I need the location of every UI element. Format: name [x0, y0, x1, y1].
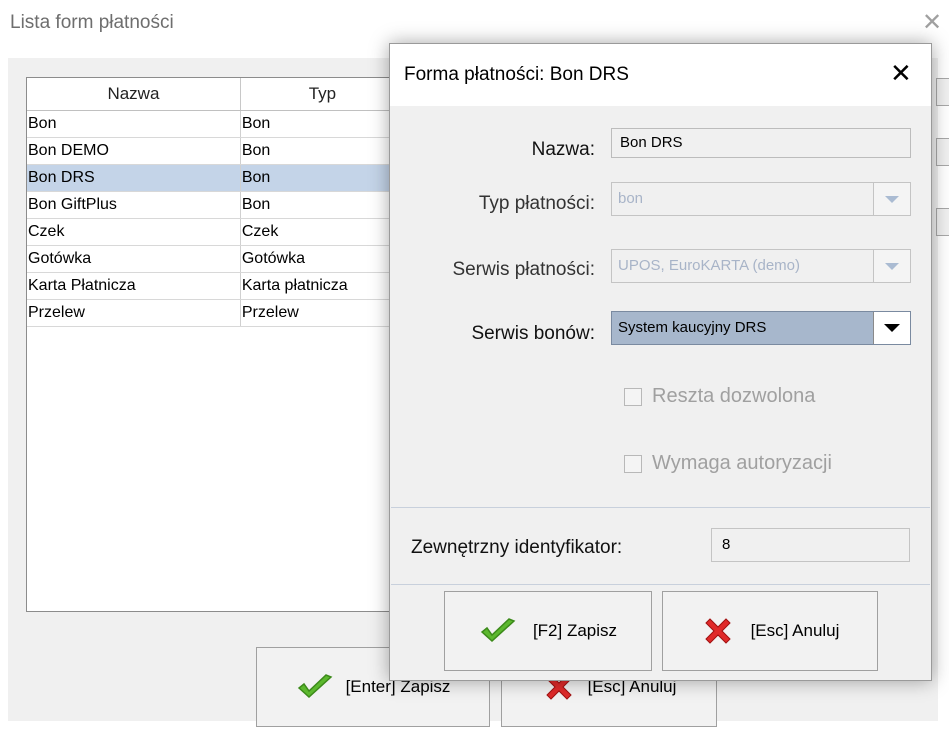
dialog-close-icon[interactable]: ✕ — [890, 58, 912, 89]
payment-forms-table: Nazwa Typ Bon Bon Bon DEMO Bon Bon DRS B… — [26, 77, 406, 612]
check-icon — [479, 617, 517, 645]
payment-type-select[interactable]: bon — [611, 182, 911, 216]
window-close-icon[interactable]: ✕ — [922, 8, 942, 37]
cell-type: Przelew — [241, 300, 405, 326]
external-id-field[interactable]: 8 — [711, 528, 910, 562]
cell-type: Czek — [241, 219, 405, 245]
table-row-selected[interactable]: Bon DRS Bon — [27, 165, 405, 192]
voucher-service-label: Serwis bonów: — [471, 323, 595, 344]
cell-type: Bon — [241, 165, 405, 191]
cell-type: Gotówka — [241, 246, 405, 272]
cell-name: Gotówka — [27, 246, 241, 272]
cell-name: Czek — [27, 219, 241, 245]
requires-auth-checkbox[interactable]: Wymaga autoryzacji — [624, 452, 832, 475]
table-header: Nazwa Typ — [27, 78, 405, 111]
payment-service-label: Serwis płatności: — [452, 259, 595, 280]
table-row[interactable]: Przelew Przelew — [27, 300, 405, 327]
dialog-title: Forma płatności: Bon DRS — [404, 64, 629, 85]
table-row[interactable]: Bon GiftPlus Bon — [27, 192, 405, 219]
voucher-service-select[interactable]: System kaucyjny DRS — [611, 311, 911, 345]
cancel-button-label: [Esc] Anuluj — [750, 621, 840, 640]
check-icon — [296, 673, 334, 701]
cell-name: Bon DRS — [27, 165, 241, 191]
save-button-label: [F2] Zapisz — [532, 621, 618, 640]
cell-name: Bon — [27, 111, 241, 137]
checkbox-box[interactable] — [624, 387, 642, 406]
window-title: Lista form płatności — [10, 12, 174, 33]
payment-form-dialog: Forma płatności: Bon DRS ✕ Nazwa: Bon DR… — [389, 43, 932, 681]
save-button[interactable]: [F2] Zapisz — [444, 591, 652, 671]
cell-type: Karta płatnicza — [241, 273, 405, 299]
cell-name: Przelew — [27, 300, 241, 326]
name-label: Nazwa: — [531, 139, 595, 160]
payment-type-label: Typ płatności: — [478, 193, 595, 214]
cell-type: Bon — [241, 138, 405, 164]
chevron-down-icon[interactable] — [873, 183, 910, 215]
payment-service-select[interactable]: UPOS, EuroKARTA (demo) — [611, 249, 911, 283]
table-row[interactable]: Bon Bon — [27, 111, 405, 138]
change-allowed-label: Reszta dozwolona — [652, 385, 816, 407]
chevron-down-icon[interactable] — [873, 312, 910, 344]
name-field[interactable]: Bon DRS — [611, 128, 911, 158]
side-button-1[interactable] — [936, 78, 949, 106]
payment-service-value: UPOS, EuroKARTA (demo) — [618, 257, 801, 274]
column-header-name[interactable]: Nazwa — [27, 78, 241, 110]
payment-type-value: bon — [618, 190, 644, 207]
change-allowed-checkbox[interactable]: Reszta dozwolona — [624, 385, 815, 408]
dialog-titlebar: Forma płatności: Bon DRS ✕ — [390, 44, 931, 106]
side-button-2[interactable] — [936, 138, 949, 166]
cell-name: Bon DEMO — [27, 138, 241, 164]
table-row[interactable]: Karta Płatnicza Karta płatnicza — [27, 273, 405, 300]
cell-name: Bon GiftPlus — [27, 192, 241, 218]
table-row[interactable]: Bon DEMO Bon — [27, 138, 405, 165]
external-id-label: Zewnętrzny identyfikator: — [411, 537, 623, 558]
chevron-down-icon[interactable] — [873, 250, 910, 282]
cell-type: Bon — [241, 192, 405, 218]
cell-name: Karta Płatnicza — [27, 273, 241, 299]
column-header-type[interactable]: Typ — [241, 78, 405, 110]
table-row[interactable]: Czek Czek — [27, 219, 405, 246]
voucher-service-value: System kaucyjny DRS — [618, 319, 767, 336]
cross-icon — [701, 614, 735, 648]
requires-auth-label: Wymaga autoryzacji — [652, 452, 832, 474]
side-button-3[interactable] — [936, 208, 949, 236]
checkbox-box[interactable] — [624, 454, 642, 473]
cancel-button[interactable]: [Esc] Anuluj — [662, 591, 878, 671]
cell-type: Bon — [241, 111, 405, 137]
table-row[interactable]: Gotówka Gotówka — [27, 246, 405, 273]
